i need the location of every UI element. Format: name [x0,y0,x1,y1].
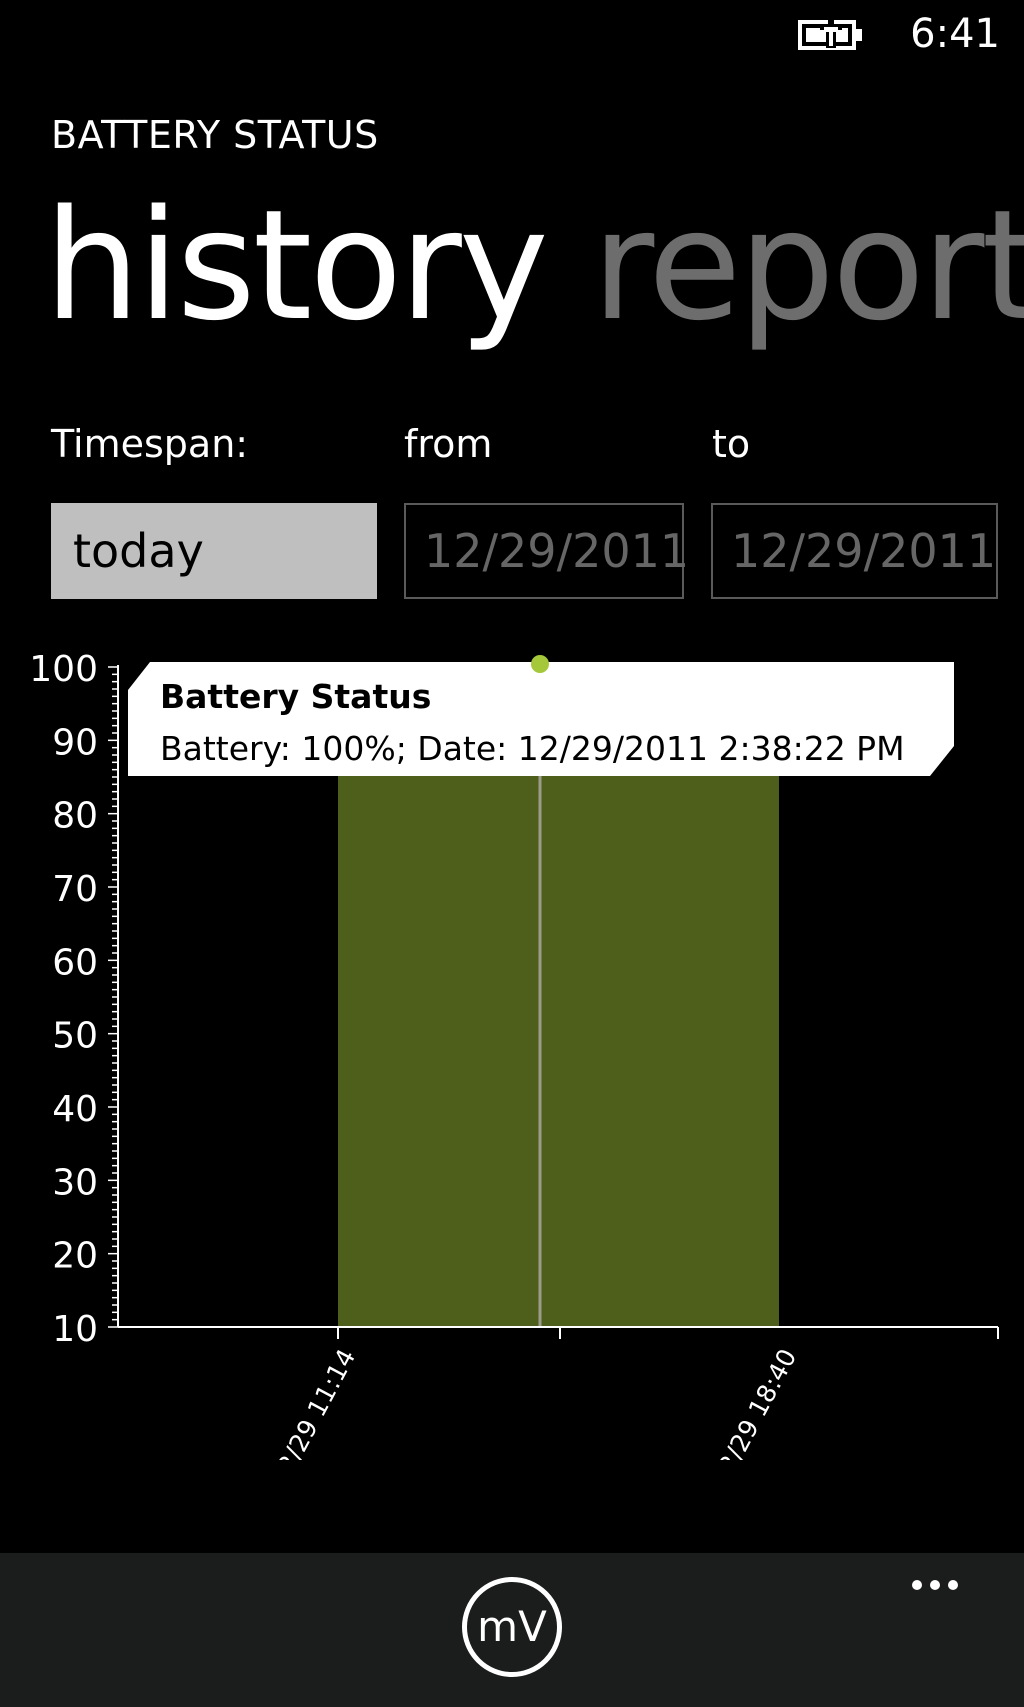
y-tick-label: 50 [52,1016,98,1057]
application-bar: mV [0,1553,1024,1707]
timespan-label: Timespan: [51,422,249,466]
y-tick-label: 100 [29,649,98,690]
from-date-picker[interactable]: 12/29/2011 [404,503,689,599]
to-date-picker[interactable]: 12/29/2011 [711,503,998,599]
y-tick-label: 80 [52,796,98,837]
y-tick-label: 20 [52,1236,98,1277]
pivot-item-history[interactable]: history [44,176,549,356]
battery-charging-icon [798,20,862,50]
more-ellipsis-icon[interactable] [912,1575,982,1605]
to-label: to [712,422,751,466]
y-tick-label: 40 [52,1089,98,1130]
more-dot-icon [912,1580,922,1590]
y-tick-label: 90 [52,722,98,763]
more-dot-icon [948,1580,958,1590]
app-title: BATTERY STATUS [51,113,379,157]
more-dot-icon [930,1580,940,1590]
pivot-header: history report [44,176,1024,356]
timespan-picker[interactable]: today [51,503,377,599]
y-tick-label: 70 [52,869,98,910]
pivot-item-report[interactable]: report [592,176,1024,356]
x-tick-label: 12/29 18:40 [705,1344,802,1460]
clock: 6:41 [910,11,1000,57]
tooltip-text: Battery: 100%; Date: 12/29/2011 2:38:22 … [160,729,905,768]
x-tick-label: 12/29 11:14 [264,1344,361,1460]
y-tick-label: 30 [52,1162,98,1203]
from-label: from [404,422,493,466]
battery-history-chart[interactable]: 10 20 30 40 50 60 70 80 90 100 12/29 11:14 12/29 18… [0,640,1024,1460]
mv-button[interactable]: mV [462,1577,562,1677]
data-point-marker [531,655,549,673]
status-bar: 6:41 [0,0,1024,70]
y-tick-label: 60 [52,942,98,983]
tooltip-title: Battery Status [160,677,431,716]
y-tick-label: 10 [52,1309,98,1350]
